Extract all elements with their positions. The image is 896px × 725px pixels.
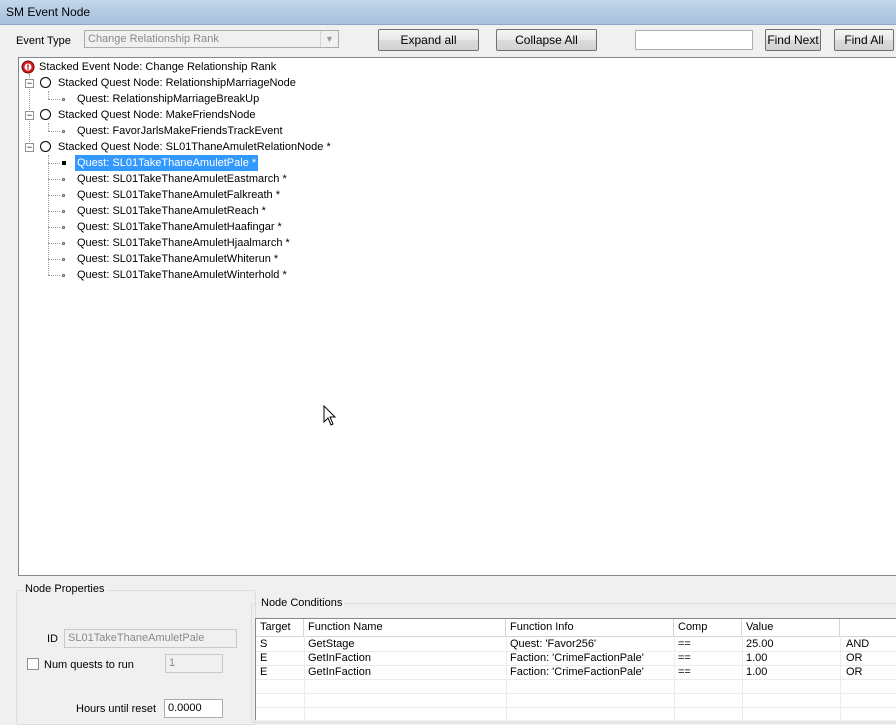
tree-leaf[interactable]: Quest: SL01TakeThaneAmuletHaafingar *	[77, 219, 282, 235]
hours-until-reset-field[interactable]: 0.0000	[164, 699, 223, 718]
tree-connector	[48, 99, 60, 100]
cell-connector: OR	[846, 666, 863, 678]
tree-leaf[interactable]: Quest: SL01TakeThaneAmuletReach *	[77, 203, 266, 219]
tree-node[interactable]: Stacked Quest Node: MakeFriendsNode	[58, 107, 256, 123]
tree-connector	[48, 195, 60, 196]
tree-connector	[48, 243, 60, 244]
tree-connector	[48, 275, 60, 276]
cell-value: 1.00	[746, 652, 768, 664]
collapse-icon[interactable]: −	[25, 79, 34, 88]
leaf-bullet-icon	[62, 178, 65, 181]
num-quests-checkbox[interactable]	[27, 658, 39, 670]
collapse-icon[interactable]: −	[25, 111, 34, 120]
mouse-pointer-icon	[323, 405, 337, 426]
tree-root-label: Stacked Event Node: Change Relationship …	[39, 61, 277, 73]
find-all-button[interactable]: Find All	[834, 29, 894, 51]
tree-connector	[48, 163, 60, 164]
cell-value: 25.00	[746, 638, 774, 650]
leaf-bullet-icon	[62, 226, 65, 229]
num-quests-field[interactable]: 1	[165, 654, 223, 673]
expand-all-button[interactable]: Expand all	[378, 29, 479, 51]
cell-target: E	[260, 666, 268, 678]
column-header-connector[interactable]	[840, 619, 896, 636]
tree-leaf[interactable]: Quest: RelationshipMarriageBreakUp	[77, 91, 259, 107]
tree-leaf[interactable]: Quest: SL01TakeThaneAmuletEastmarch *	[77, 171, 287, 187]
tree-connector	[48, 91, 49, 99]
alert-icon	[21, 60, 35, 74]
collapse-icon[interactable]: −	[25, 143, 34, 152]
num-quests-label: Num quests to run	[44, 659, 134, 671]
column-header-function-name[interactable]: Function Name	[304, 619, 506, 636]
id-field[interactable]: SL01TakeThaneAmuletPale	[64, 629, 237, 648]
tree-connector	[48, 155, 49, 275]
event-type-label: Event Type	[16, 35, 71, 47]
leaf-bullet-icon	[62, 258, 65, 261]
conditions-table-header: Target Function Name Function Info Comp …	[256, 619, 896, 637]
tree-connector	[48, 131, 60, 132]
tree-node[interactable]: Stacked Quest Node: RelationshipMarriage…	[58, 75, 296, 91]
quest-node-icon	[40, 109, 51, 120]
tree-leaf[interactable]: Quest: SL01TakeThaneAmuletFalkreath *	[77, 187, 280, 203]
leaf-bullet-icon	[62, 98, 65, 101]
cell-value: 1.00	[746, 666, 768, 678]
quest-node-icon	[40, 141, 51, 152]
grid-line	[256, 707, 896, 708]
title-bar: SM Event Node	[0, 0, 896, 25]
tree-leaf[interactable]: Quest: SL01TakeThaneAmuletWinterhold *	[77, 267, 287, 283]
cell-function-info: Quest: 'Favor256'	[510, 638, 597, 650]
cell-target: S	[260, 638, 268, 650]
column-header-function-info[interactable]: Function Info	[506, 619, 674, 636]
cell-function-name: GetStage	[308, 638, 355, 650]
id-label: ID	[47, 633, 58, 645]
tree-leaf[interactable]: Quest: FavorJarlsMakeFriendsTrackEvent	[77, 123, 283, 139]
cell-function-name: GetInFaction	[308, 666, 371, 678]
conditions-table[interactable]: Target Function Name Function Info Comp …	[255, 618, 896, 720]
cell-function-info: Faction: 'CrimeFactionPale'	[510, 652, 644, 664]
search-input[interactable]	[635, 30, 753, 50]
leaf-bullet-icon	[62, 194, 65, 197]
collapse-all-button[interactable]: Collapse All	[496, 29, 597, 51]
column-header-target[interactable]: Target	[256, 619, 304, 636]
tree-connector	[48, 179, 60, 180]
leaf-bullet-icon	[62, 242, 65, 245]
window-title: SM Event Node	[6, 5, 91, 19]
column-header-value[interactable]: Value	[742, 619, 840, 636]
cell-target: E	[260, 652, 268, 664]
tree-leaf[interactable]: Quest: SL01TakeThaneAmuletWhiterun *	[77, 251, 278, 267]
tree-connector	[48, 211, 60, 212]
event-tree[interactable]: Stacked Event Node: Change Relationship …	[18, 57, 896, 576]
column-header-comp[interactable]: Comp	[674, 619, 742, 636]
tree-connector	[48, 227, 60, 228]
tree-connector	[48, 259, 60, 260]
node-properties-title: Node Properties	[23, 583, 107, 595]
cell-comp: ==	[678, 638, 691, 650]
cell-connector: OR	[846, 652, 863, 664]
grid-line	[256, 679, 896, 680]
chevron-down-icon[interactable]: ▼	[320, 31, 338, 47]
event-type-value: Change Relationship Rank	[88, 33, 219, 45]
cell-comp: ==	[678, 652, 691, 664]
leaf-bullet-icon	[62, 161, 66, 165]
leaf-bullet-icon	[62, 274, 65, 277]
event-type-dropdown[interactable]: Change Relationship Rank ▼	[84, 30, 339, 48]
tree-connector	[48, 123, 49, 131]
quest-node-icon	[40, 77, 51, 88]
cell-function-info: Faction: 'CrimeFactionPale'	[510, 666, 644, 678]
cell-connector: AND	[846, 638, 870, 650]
grid-line	[256, 693, 896, 694]
tree-node[interactable]: Stacked Quest Node: SL01ThaneAmuletRelat…	[58, 139, 331, 155]
node-conditions-title: Node Conditions	[259, 597, 345, 609]
find-next-button[interactable]: Find Next	[765, 29, 821, 51]
hours-until-reset-label: Hours until reset	[76, 703, 157, 715]
leaf-bullet-icon	[62, 130, 65, 133]
leaf-bullet-icon	[62, 210, 65, 213]
cell-function-name: GetInFaction	[308, 652, 371, 664]
tree-leaf-selected[interactable]: Quest: SL01TakeThaneAmuletPale *	[75, 155, 259, 171]
tree-leaf[interactable]: Quest: SL01TakeThaneAmuletHjaalmarch *	[77, 235, 290, 251]
cell-comp: ==	[678, 666, 691, 678]
